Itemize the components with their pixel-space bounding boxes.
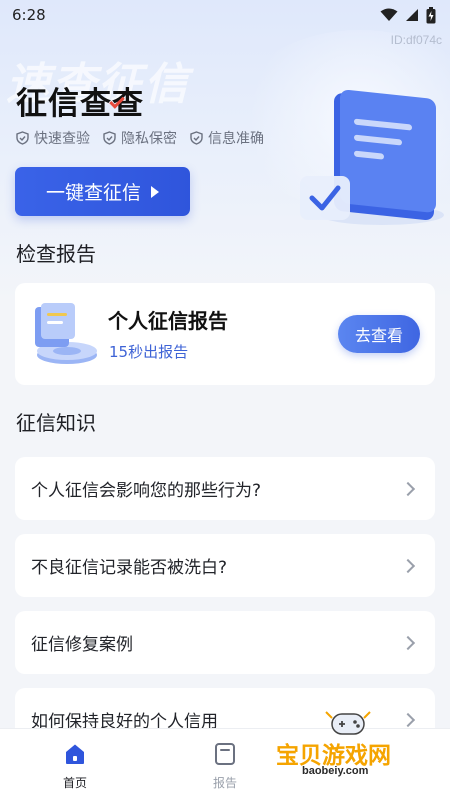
feature-list: 快速查验 隐私保密 信息准确 bbox=[16, 128, 264, 148]
report-icon bbox=[212, 741, 238, 767]
feature-item: 信息准确 bbox=[190, 128, 264, 148]
knowledge-item[interactable]: 不良征信记录能否被洗白? bbox=[15, 534, 435, 597]
feature-item: 快速查验 bbox=[16, 128, 90, 148]
app-title: 征信查查 bbox=[16, 86, 144, 122]
quick-check-button[interactable]: 一键查征信 bbox=[15, 167, 190, 216]
tab-home[interactable]: 首页 bbox=[0, 729, 150, 800]
signal-icon bbox=[406, 9, 418, 21]
report-card[interactable]: 个人征信报告 15秒出报告 去查看 bbox=[15, 283, 435, 385]
document-check-illustration bbox=[300, 89, 444, 225]
knowledge-item[interactable]: 个人征信会影响您的那些行为? bbox=[15, 457, 435, 520]
report-subtitle: 15秒出报告 bbox=[109, 343, 189, 361]
chevron-right-icon bbox=[400, 481, 416, 496]
report-name: 个人征信报告 bbox=[108, 309, 228, 333]
knowledge-item[interactable]: 征信修复案例 bbox=[15, 611, 435, 674]
shield-check-icon bbox=[103, 131, 116, 145]
wifi-icon bbox=[380, 8, 398, 21]
status-bar: 6:28 bbox=[0, 0, 450, 30]
play-arrow-icon bbox=[151, 185, 159, 198]
site-watermark: 宝贝游戏网 baobeiy.com bbox=[272, 700, 450, 786]
battery-icon bbox=[426, 6, 436, 23]
device-id: ID:df074c bbox=[390, 33, 442, 47]
shield-check-icon bbox=[16, 131, 29, 145]
gamepad-icon bbox=[325, 711, 371, 735]
chevron-right-icon bbox=[400, 635, 416, 650]
site-watermark-url: baobeiy.com bbox=[302, 765, 369, 777]
feature-item: 隐私保密 bbox=[103, 128, 177, 148]
report-section-title: 检查报告 bbox=[16, 242, 96, 266]
chevron-right-icon bbox=[400, 558, 416, 573]
knowledge-section-title: 征信知识 bbox=[16, 411, 96, 435]
report-stack-icon bbox=[35, 303, 97, 364]
status-time: 6:28 bbox=[12, 6, 46, 24]
home-icon bbox=[62, 741, 88, 767]
shield-check-icon bbox=[190, 131, 203, 145]
view-report-button[interactable]: 去查看 bbox=[338, 315, 420, 353]
